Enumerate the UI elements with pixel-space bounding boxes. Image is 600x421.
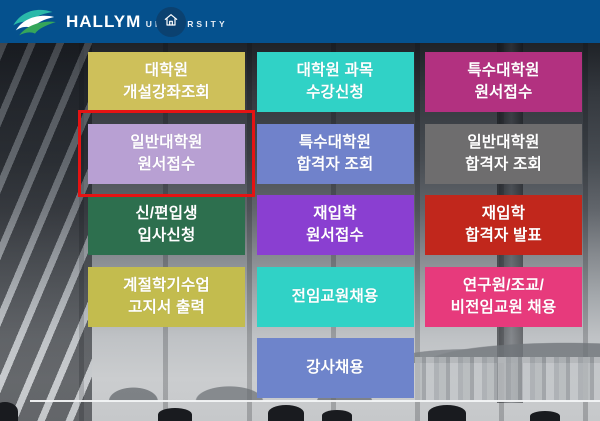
railing-line bbox=[30, 400, 600, 402]
person-silhouette bbox=[322, 410, 352, 421]
home-icon bbox=[163, 12, 179, 33]
person-silhouette bbox=[530, 411, 560, 421]
menu-button-seasonal-bill-print[interactable]: 계절학기수업고지서 출력 bbox=[88, 267, 245, 327]
menu-button-general-grad-results[interactable]: 일반대학원합격자 조회 bbox=[425, 124, 582, 184]
menu-button-grad-course-registration[interactable]: 대학원 과목수강신청 bbox=[257, 52, 414, 112]
brand-name: HALLYM bbox=[66, 12, 141, 31]
menu-button-new-transfer-dorm-application[interactable]: 신/편입생입사신청 bbox=[88, 195, 245, 255]
app-window: HALLYM UNIVERSITY 대학원개설강좌조회 대학원 과목수강신청 특… bbox=[0, 0, 600, 421]
person-silhouette bbox=[0, 402, 18, 421]
menu-button-readmission-results[interactable]: 재입학합격자 발표 bbox=[425, 195, 582, 255]
home-button[interactable] bbox=[156, 7, 186, 37]
person-silhouette bbox=[268, 405, 304, 421]
menu-button-special-grad-results[interactable]: 특수대학원합격자 조회 bbox=[257, 124, 414, 184]
menu-button-grad-course-list[interactable]: 대학원개설강좌조회 bbox=[88, 52, 245, 112]
menu-button-fulltime-faculty-hiring[interactable]: 전임교원채용 bbox=[257, 267, 414, 327]
quick-menu-grid: 대학원개설강좌조회 대학원 과목수강신청 특수대학원원서접수 일반대학원원서접수… bbox=[88, 52, 582, 398]
menu-button-readmission-application[interactable]: 재입학원서접수 bbox=[257, 195, 414, 255]
logo-bird-icon bbox=[10, 5, 60, 39]
menu-button-researcher-assistant-hiring[interactable]: 연구원/조교/비전임교원 채용 bbox=[425, 267, 582, 327]
menu-button-general-grad-application[interactable]: 일반대학원원서접수 bbox=[88, 124, 245, 184]
glass-facade-left bbox=[0, 43, 92, 421]
university-logo[interactable]: HALLYM UNIVERSITY bbox=[10, 5, 228, 39]
header-bar: HALLYM UNIVERSITY bbox=[0, 0, 600, 43]
menu-button-special-grad-application[interactable]: 특수대학원원서접수 bbox=[425, 52, 582, 112]
person-silhouette bbox=[428, 405, 466, 421]
menu-button-lecturer-hiring[interactable]: 강사채용 bbox=[257, 338, 414, 398]
person-silhouette bbox=[158, 408, 192, 421]
